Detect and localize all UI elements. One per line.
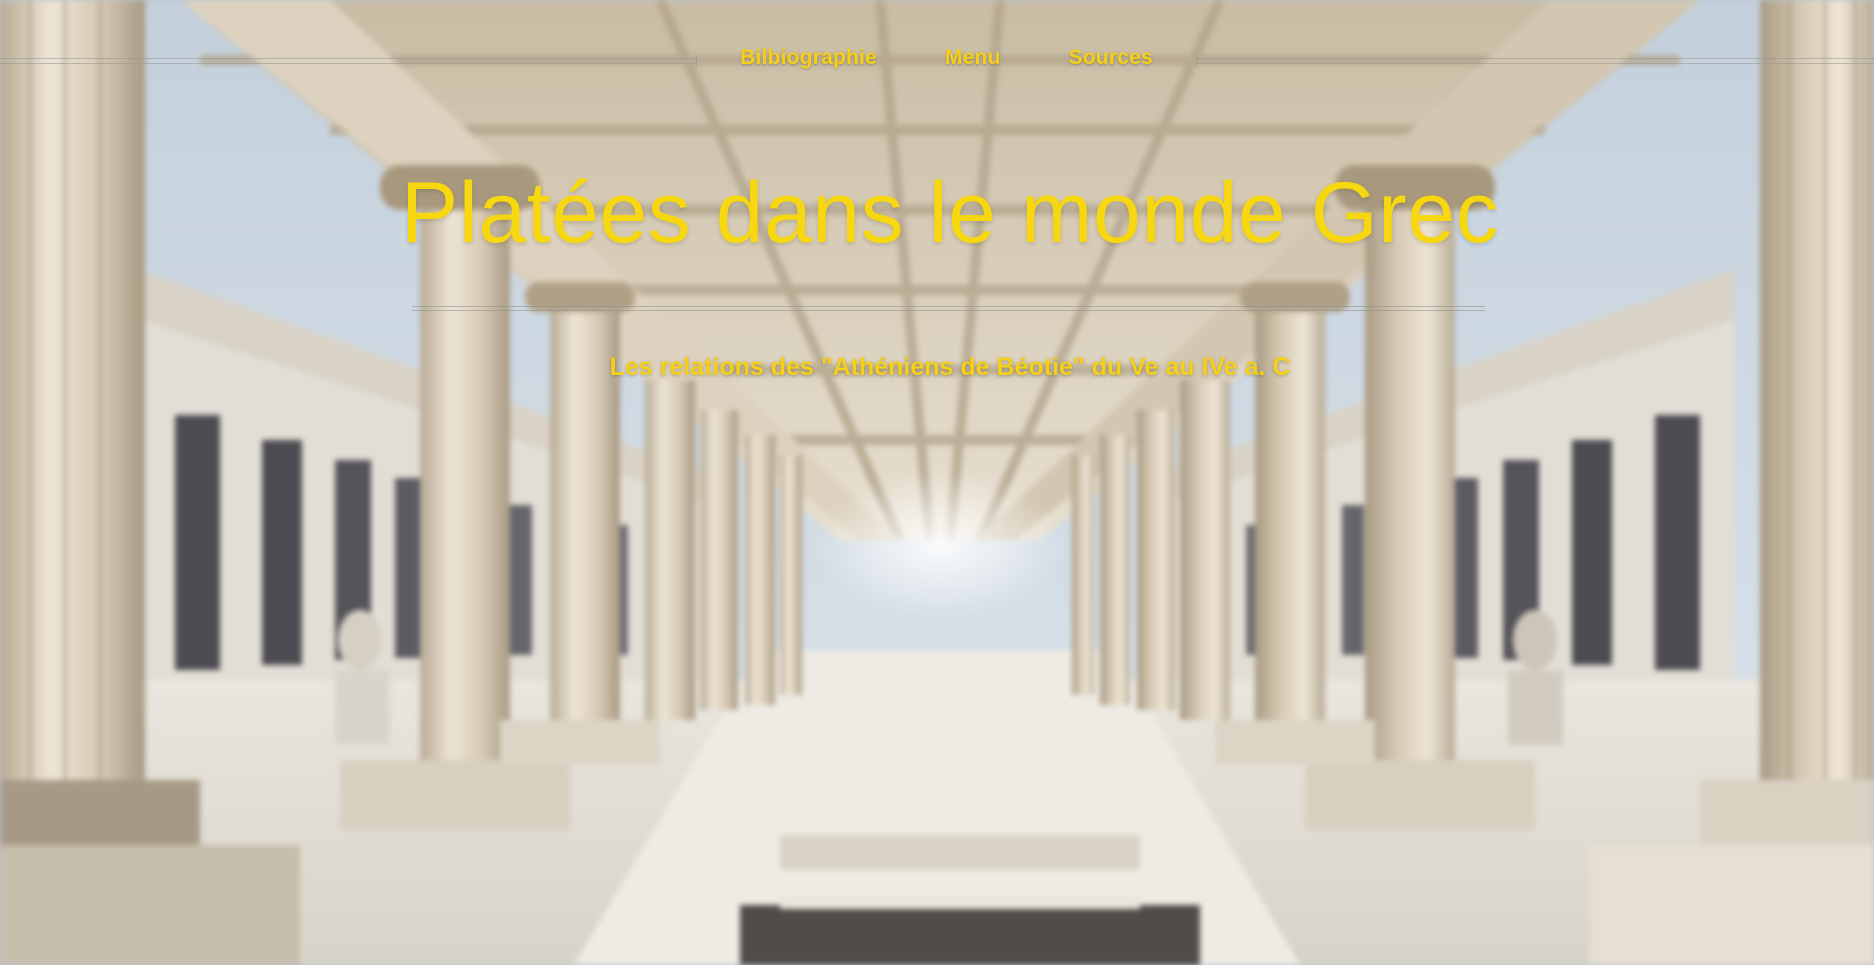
nav-links: Bilbiographie Menu Sources (697, 40, 1196, 76)
page-subtitle: Les relations des "Athéniens de Béotie" … (609, 353, 1291, 381)
top-navigation: Bilbiographie Menu Sources (0, 36, 1874, 76)
page: Bilbiographie Menu Sources Platées dans … (0, 0, 1874, 965)
page-title: Platées dans le monde Grec (400, 165, 1500, 261)
nav-link-menu[interactable]: Menu (911, 40, 1035, 76)
nav-divider-left (0, 55, 697, 67)
background-colonnade-image (0, 0, 1874, 965)
title-divider (412, 306, 1485, 311)
nav-link-bibliographie[interactable]: Bilbiographie (706, 40, 911, 76)
nav-divider-right-cap (1196, 55, 1197, 67)
nav-divider-right (1196, 55, 1874, 67)
nav-link-sources[interactable]: Sources (1035, 40, 1187, 76)
